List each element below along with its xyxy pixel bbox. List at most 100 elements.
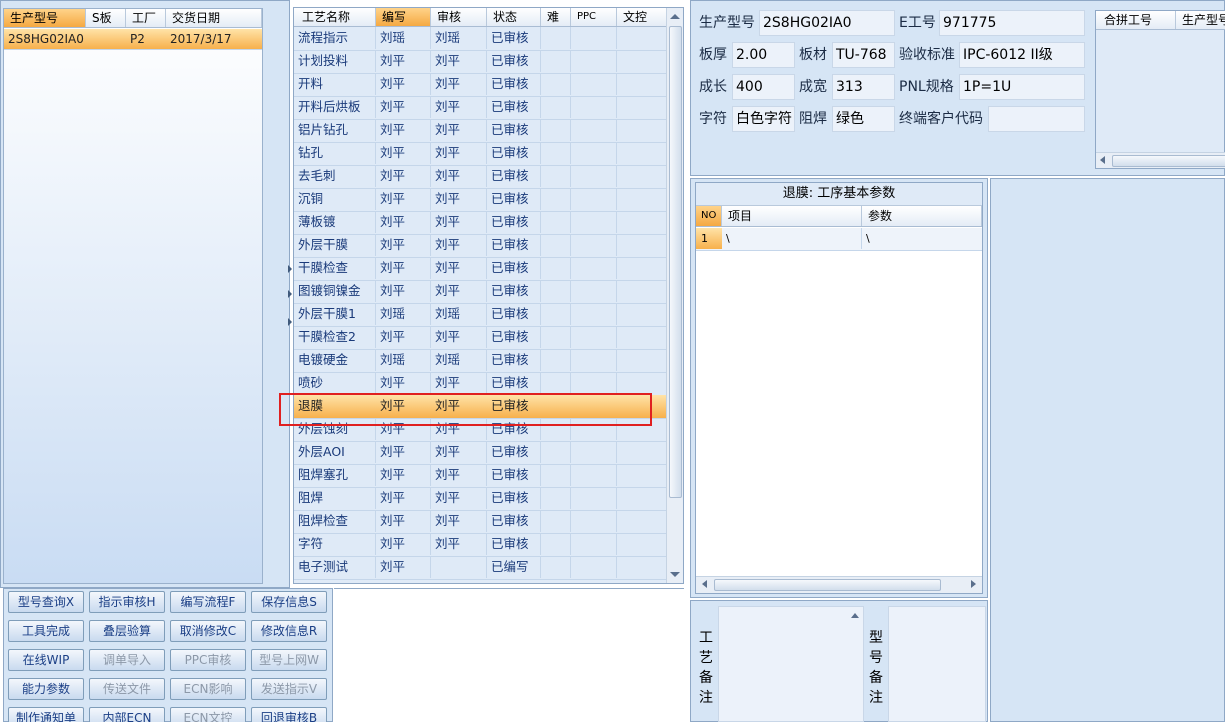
action-button[interactable]: 编写流程F — [170, 591, 246, 613]
e-number-field[interactable]: 971775 — [939, 10, 1085, 36]
model-list-grid[interactable]: 生产型号 S板 工厂 交货日期 2S8HG02IA0 P2 2017/3/17 — [3, 8, 263, 584]
table-row[interactable]: 外层干膜 刘平 刘平 已审核 — [294, 234, 668, 258]
cell-reviewer: 刘平 — [431, 326, 487, 348]
col-header-status[interactable]: 状态 — [487, 8, 541, 26]
col-header-process-name[interactable]: 工艺名称 — [294, 8, 376, 26]
cell-doc-control — [617, 142, 668, 164]
scroll-left-icon[interactable] — [1100, 156, 1105, 164]
action-button[interactable]: 修改信息R — [251, 620, 327, 642]
length-field[interactable]: 400 — [732, 74, 795, 100]
action-button[interactable]: 指示审核H — [89, 591, 165, 613]
cell-process-name: 薄板镀 — [294, 211, 376, 233]
model-field[interactable]: 2S8HG02IA0 — [759, 10, 895, 36]
action-button[interactable]: 内部ECN — [89, 707, 165, 722]
standard-field[interactable]: IPC-6012 II级 — [959, 42, 1085, 68]
table-row[interactable]: 沉铜 刘平 刘平 已审核 — [294, 188, 668, 212]
scroll-right-icon[interactable] — [971, 580, 976, 588]
table-row[interactable]: 图镀铜镍金 刘平 刘平 已审核 — [294, 280, 668, 304]
cell-doc-control — [617, 73, 668, 95]
col-header-param[interactable]: 参数 — [862, 206, 982, 226]
table-row[interactable]: 计划投料 刘平 刘平 已审核 — [294, 50, 668, 74]
scroll-down-icon[interactable] — [670, 572, 680, 577]
cell-doc-control — [617, 234, 668, 256]
process-list-scrollbar[interactable] — [666, 8, 683, 583]
splitter-arrow-icon — [288, 318, 292, 326]
combine-hscrollbar[interactable] — [1096, 152, 1225, 168]
col-header-difficulty[interactable]: 难 — [541, 8, 571, 26]
action-button[interactable]: 调单导入 — [89, 649, 165, 671]
cell-difficulty — [541, 510, 571, 532]
table-row[interactable]: 钻孔 刘平 刘平 已审核 — [294, 142, 668, 166]
action-button[interactable]: 在线WIP — [8, 649, 84, 671]
cell-doc-control — [617, 372, 668, 394]
table-row[interactable]: 去毛刺 刘平 刘平 已审核 — [294, 165, 668, 189]
table-row[interactable]: 阻焊检查 刘平 刘平 已审核 — [294, 510, 668, 534]
table-row[interactable]: 流程指示 刘瑶 刘瑶 已审核 — [294, 27, 668, 51]
scroll-thumb[interactable] — [669, 26, 682, 498]
table-row[interactable]: 电子测试 刘平 已编写 — [294, 556, 668, 580]
table-row[interactable]: 外层干膜1 刘瑶 刘瑶 已审核 — [294, 303, 668, 327]
table-row[interactable]: 薄板镀 刘平 刘平 已审核 — [294, 211, 668, 235]
action-button[interactable]: ECN文控 — [170, 707, 246, 722]
action-button[interactable]: 传送文件 — [89, 678, 165, 700]
col-header-item[interactable]: 项目 — [722, 206, 862, 226]
width-field[interactable]: 313 — [832, 74, 895, 100]
param-hscrollbar[interactable] — [696, 576, 982, 593]
col-header-no[interactable]: NO — [696, 206, 722, 226]
scroll-up-icon[interactable] — [670, 14, 680, 19]
action-button[interactable]: 发送指示V — [251, 678, 327, 700]
table-row[interactable]: 干膜检查2 刘平 刘平 已审核 — [294, 326, 668, 350]
cell-doc-control — [617, 464, 668, 486]
table-row[interactable]: 开料 刘平 刘平 已审核 — [294, 73, 668, 97]
table-row[interactable]: 1 \ \ — [696, 228, 982, 251]
action-button[interactable]: 型号上网W — [251, 649, 327, 671]
scroll-thumb[interactable] — [714, 579, 941, 591]
width-label: 成宽 — [799, 79, 827, 95]
scroll-thumb[interactable] — [1112, 155, 1225, 167]
thickness-field[interactable]: 2.00 — [732, 42, 795, 68]
scroll-left-icon[interactable] — [702, 580, 707, 588]
action-button[interactable]: 取消修改C — [170, 620, 246, 642]
action-button[interactable]: 叠层验算 — [89, 620, 165, 642]
customer-code-field[interactable] — [988, 106, 1085, 132]
action-button[interactable]: 工具完成 — [8, 620, 84, 642]
col-header-doc-control[interactable]: 文控 — [617, 8, 668, 26]
col-header-s-board[interactable]: S板 — [86, 9, 126, 27]
col-header-reviewer[interactable]: 审核 — [431, 8, 487, 26]
col-header-model[interactable]: 生产型号 — [4, 9, 86, 27]
pnl-field[interactable]: 1P=1U — [959, 74, 1085, 100]
character-field[interactable]: 白色字符 — [732, 106, 795, 132]
action-button[interactable]: 保存信息S — [251, 591, 327, 613]
col-header-delivery-date[interactable]: 交货日期 — [166, 9, 262, 27]
model-remark-textarea[interactable] — [888, 606, 986, 722]
action-button[interactable]: 能力参数 — [8, 678, 84, 700]
col-header-factory[interactable]: 工厂 — [126, 9, 166, 27]
process-list-grid[interactable]: 工艺名称 编写 审核 状态 难 PPC 文控 流程指示 刘瑶 刘瑶 已审核 计划投料 刘平… — [293, 7, 684, 584]
table-row[interactable]: 2S8HG02IA0 P2 2017/3/17 — [4, 29, 262, 50]
col-header-ppc[interactable]: PPC — [571, 8, 617, 26]
col-header-combine-model[interactable]: 生产型号 — [1176, 11, 1225, 29]
pnl-label: PNL规格 — [899, 79, 954, 95]
col-header-writer[interactable]: 编写 — [376, 8, 431, 26]
table-row[interactable]: 铝片钻孔 刘平 刘平 已审核 — [294, 119, 668, 143]
table-row[interactable]: 干膜检查 刘平 刘平 已审核 — [294, 257, 668, 281]
table-row[interactable]: 开料后烘板 刘平 刘平 已审核 — [294, 96, 668, 120]
solder-mask-field[interactable]: 绿色 — [832, 106, 895, 132]
table-row[interactable]: 阻焊 刘平 刘平 已审核 — [294, 487, 668, 511]
action-button[interactable]: 回退审核B — [251, 707, 327, 722]
table-row[interactable]: 外层AOI 刘平 刘平 已审核 — [294, 441, 668, 465]
action-button[interactable]: ECN影响 — [170, 678, 246, 700]
combine-grid[interactable]: 合拼工号 生产型号 — [1095, 10, 1225, 169]
table-row[interactable]: 阻焊塞孔 刘平 刘平 已审核 — [294, 464, 668, 488]
action-button[interactable]: 型号查询X — [8, 591, 84, 613]
action-button[interactable]: PPC审核 — [170, 649, 246, 671]
action-button[interactable]: 制作通知单 — [8, 707, 84, 722]
cell-writer: 刘瑶 — [376, 27, 431, 49]
param-grid[interactable]: 退膜: 工序基本参数 NO 项目 参数 1 \ \ — [695, 182, 983, 594]
table-row[interactable]: 字符 刘平 刘平 已审核 — [294, 533, 668, 557]
process-remark-textarea[interactable] — [718, 606, 864, 722]
col-header-combine-number[interactable]: 合拼工号 — [1096, 11, 1176, 29]
table-row[interactable]: 电镀硬金 刘瑶 刘瑶 已审核 — [294, 349, 668, 373]
scroll-up-icon[interactable] — [851, 613, 859, 618]
material-field[interactable]: TU-768 — [832, 42, 895, 68]
